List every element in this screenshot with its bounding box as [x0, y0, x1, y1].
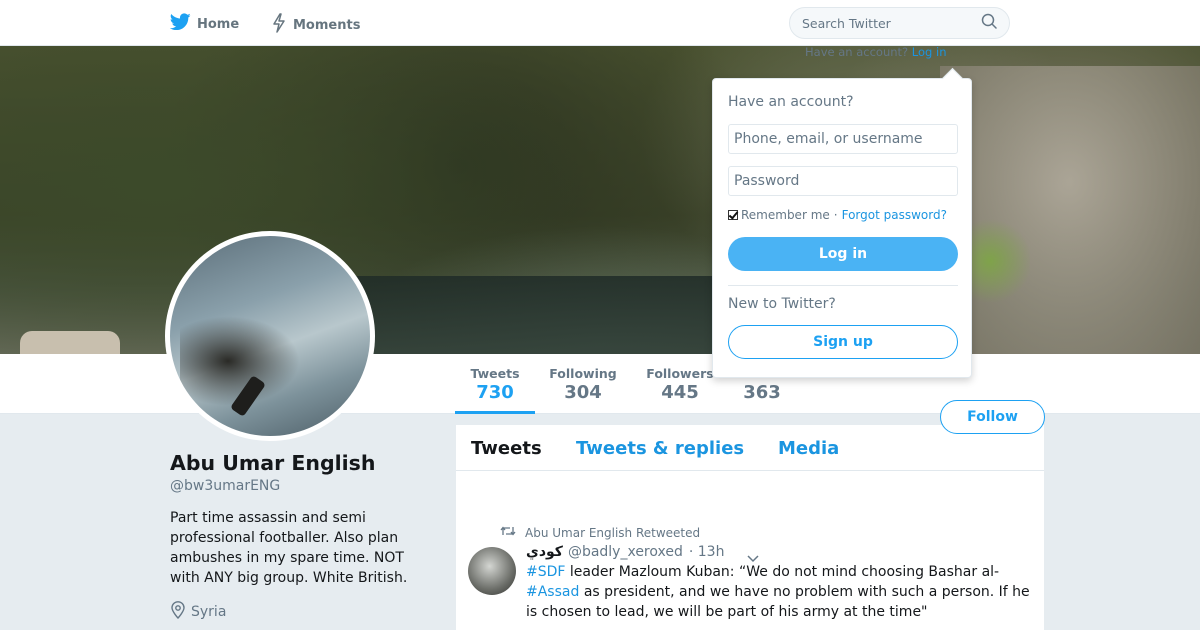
- stat-label: Tweets: [470, 366, 520, 381]
- remember-checkbox[interactable]: [728, 210, 738, 220]
- nav-home-label: Home: [197, 16, 240, 32]
- stat-tweets[interactable]: Tweets 730: [455, 366, 535, 414]
- stat-followers[interactable]: Followers 445: [645, 366, 715, 403]
- retweet-context: Abu Umar English Retweeted: [500, 525, 700, 540]
- forgot-password-link[interactable]: Forgot password?: [842, 208, 947, 222]
- login-heading: Have an account?: [728, 94, 854, 110]
- lightning-icon: [271, 13, 287, 37]
- tweet-header: كودي @badly_xeroxed · 13h: [526, 544, 724, 560]
- banner-stone: [20, 331, 120, 354]
- remember-label[interactable]: Remember me: [741, 208, 830, 222]
- nav-home[interactable]: Home: [169, 13, 240, 35]
- tab-tweets[interactable]: Tweets: [471, 438, 542, 459]
- search-box: [789, 7, 1010, 39]
- tab-media[interactable]: Media: [778, 438, 839, 459]
- stat-value: 730: [476, 382, 514, 403]
- profile-handle[interactable]: @bw3umarENG: [170, 478, 280, 494]
- tweet-author-name[interactable]: كودي: [526, 544, 563, 560]
- retweet-icon: [500, 525, 516, 540]
- stat-label: Following: [549, 366, 617, 381]
- hashtag-link[interactable]: #Assad: [526, 584, 579, 600]
- stat-following[interactable]: Following 304: [545, 366, 621, 403]
- account-hint: Have an account? Log in: [805, 45, 946, 59]
- follow-button[interactable]: Follow: [940, 400, 1045, 434]
- top-nav: Home Moments: [0, 0, 1200, 46]
- search-icon[interactable]: [981, 13, 997, 33]
- retweet-label[interactable]: Abu Umar English Retweeted: [525, 526, 700, 540]
- stat-value: 445: [661, 382, 699, 403]
- search-input[interactable]: [802, 15, 981, 31]
- divider: [728, 285, 958, 286]
- login-dropdown: Have an account? Remember me · Forgot pa…: [712, 78, 972, 378]
- tweet-text: #SDF leader Mazloum Kuban: “We do not mi…: [526, 562, 1036, 622]
- avatar[interactable]: [165, 231, 375, 441]
- profile-bio: Part time assassin and semi professional…: [170, 510, 408, 586]
- twitter-bird-icon: [169, 13, 191, 35]
- login-link[interactable]: Log in: [912, 45, 947, 59]
- nav-moments[interactable]: Moments: [271, 13, 360, 37]
- stat-value: 363: [743, 382, 781, 403]
- location-pin-icon: [170, 601, 186, 623]
- banner-rock: [940, 66, 1200, 354]
- account-hint-text: Have an account?: [805, 45, 909, 59]
- nav-moments-label: Moments: [293, 17, 361, 33]
- login-button[interactable]: Log in: [728, 237, 958, 271]
- tab-tweets-replies[interactable]: Tweets & replies: [576, 438, 744, 459]
- tweet-author-handle[interactable]: @badly_xeroxed: [568, 544, 683, 560]
- avatar-image: [170, 236, 370, 436]
- signup-button[interactable]: Sign up: [728, 325, 958, 359]
- hashtag-link[interactable]: #SDF: [526, 564, 565, 580]
- tweet-text-part: as president, and we have no problem wit…: [526, 584, 1030, 620]
- tweet-text-part: leader Mazloum Kuban: “We do not mind ch…: [565, 564, 1000, 580]
- tweet-time[interactable]: · 13h: [689, 544, 725, 560]
- profile-name[interactable]: Abu Umar English: [170, 451, 375, 475]
- stat-label: Followers: [646, 366, 714, 381]
- remember-row: Remember me · Forgot password?: [728, 208, 947, 222]
- profile-location: Syria: [170, 601, 226, 623]
- stat-value: 304: [564, 382, 602, 403]
- timeline: Tweets Tweets & replies Media Abu Umar E…: [456, 425, 1044, 630]
- location-text: Syria: [191, 604, 227, 620]
- password-field[interactable]: [728, 166, 958, 196]
- separator: ·: [833, 208, 838, 222]
- tweet-avatar[interactable]: [468, 547, 516, 595]
- username-field[interactable]: [728, 124, 958, 154]
- new-to-twitter-label: New to Twitter?: [728, 296, 836, 312]
